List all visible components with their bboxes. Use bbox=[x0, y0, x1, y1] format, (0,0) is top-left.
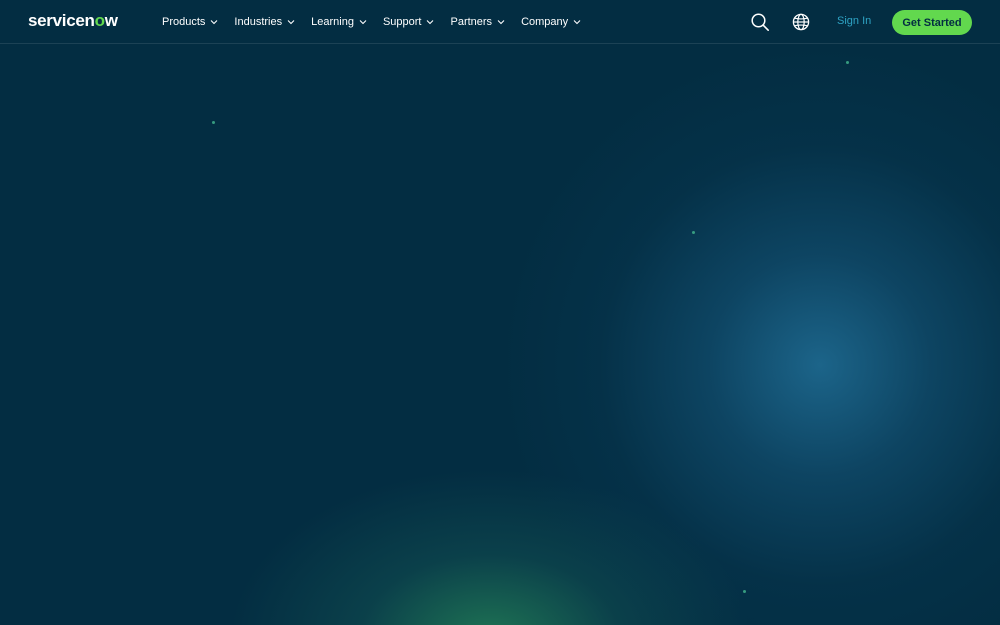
hero-background bbox=[0, 0, 1000, 625]
chevron-down-icon bbox=[573, 20, 581, 25]
search-icon[interactable] bbox=[750, 12, 770, 32]
sparkle-dot bbox=[743, 590, 746, 593]
nav-item-company[interactable]: Company bbox=[521, 16, 581, 28]
sparkle-dot bbox=[212, 121, 215, 124]
servicenow-logo[interactable]: servicenow bbox=[28, 11, 118, 31]
main-nav: Products Industries Learning Support Par… bbox=[162, 0, 597, 44]
nav-item-label: Partners bbox=[450, 16, 493, 28]
nav-item-label: Company bbox=[521, 16, 569, 28]
globe-icon[interactable] bbox=[791, 12, 811, 32]
nav-item-industries[interactable]: Industries bbox=[234, 16, 295, 28]
sparkle-dot bbox=[846, 61, 849, 64]
nav-item-partners[interactable]: Partners bbox=[450, 16, 505, 28]
nav-item-support[interactable]: Support bbox=[383, 16, 435, 28]
logo-text-suffix: w bbox=[104, 11, 118, 30]
sign-in-link[interactable]: Sign In bbox=[837, 15, 871, 27]
get-started-button[interactable]: Get Started bbox=[892, 10, 972, 35]
logo-text-o: o bbox=[94, 11, 105, 30]
get-started-label: Get Started bbox=[902, 16, 962, 29]
nav-item-products[interactable]: Products bbox=[162, 16, 218, 28]
sparkle-dot bbox=[692, 231, 695, 234]
nav-item-label: Support bbox=[382, 16, 422, 28]
nav-item-label: Products bbox=[162, 16, 206, 28]
chevron-down-icon bbox=[359, 20, 367, 25]
chevron-down-icon bbox=[427, 20, 434, 25]
nav-item-label: Industries bbox=[234, 16, 283, 28]
nav-item-learning[interactable]: Learning bbox=[311, 16, 367, 28]
chevron-down-icon bbox=[497, 20, 505, 25]
nav-item-label: Learning bbox=[311, 16, 354, 28]
chevron-down-icon bbox=[211, 20, 218, 25]
chevron-down-icon bbox=[287, 20, 295, 25]
logo-text-prefix: servicen bbox=[28, 11, 95, 30]
site-header: servicenow Products Industries Learning … bbox=[0, 0, 1000, 44]
